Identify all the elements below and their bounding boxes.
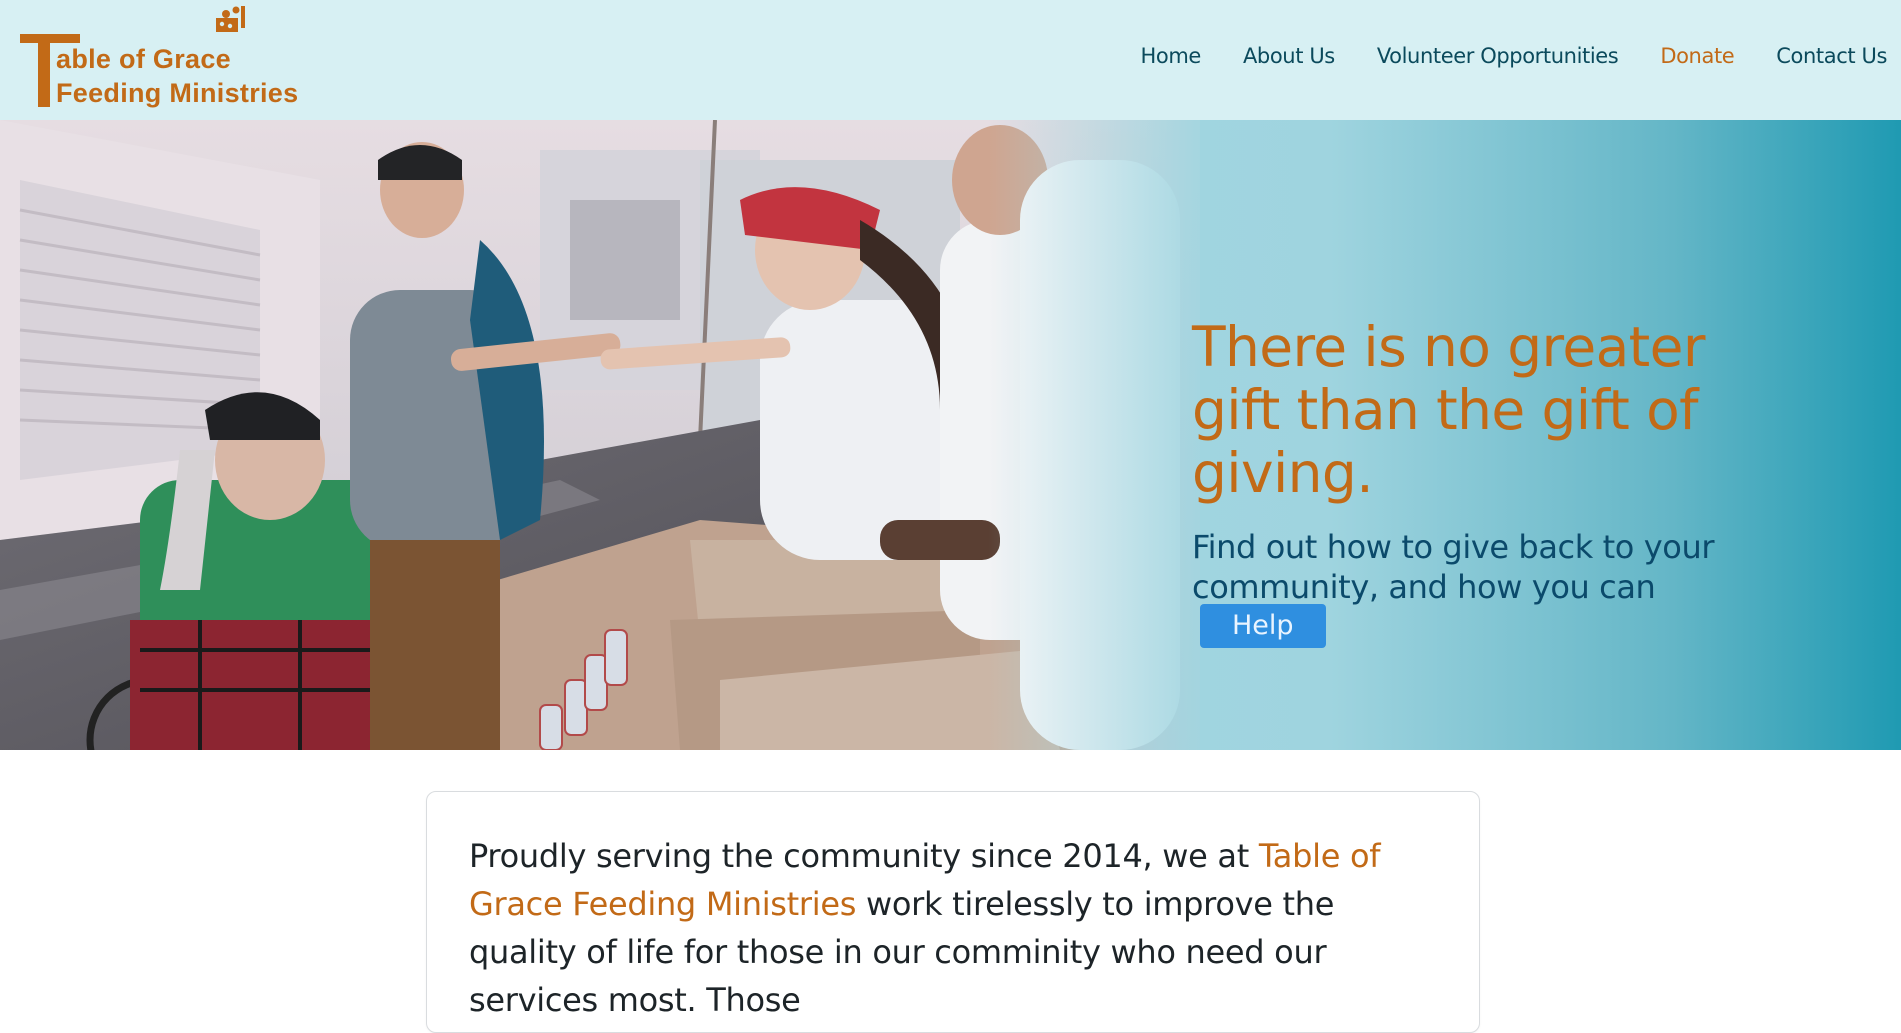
hero-subtitle: Find out how to give back to your commun… xyxy=(1192,528,1715,606)
intro-paragraph: Proudly serving the community since 2014… xyxy=(469,832,1449,1024)
logo-hands-icon xyxy=(216,6,245,32)
hero-subtitle-row: Find out how to give back to your commun… xyxy=(1192,527,1752,648)
nav-contact-us[interactable]: Contact Us xyxy=(1776,44,1887,68)
logo-t-mark xyxy=(20,34,80,43)
nav-about-us[interactable]: About Us xyxy=(1243,44,1335,68)
logo-text-line2: Feeding Ministries xyxy=(56,78,299,108)
help-button[interactable]: Help xyxy=(1200,604,1326,648)
logo-t-stem xyxy=(38,34,50,107)
main-nav: Home About Us Volunteer Opportunities Do… xyxy=(1099,44,1888,68)
hero-title: There is no greater gift than the gift o… xyxy=(1192,315,1706,505)
site-header: able of Grace Feeding Ministries Home Ab… xyxy=(0,0,1901,120)
nav-donate[interactable]: Donate xyxy=(1660,44,1734,68)
intro-card: Proudly serving the community since 2014… xyxy=(426,791,1480,1033)
hero-text-block: There is no greater gift than the gift o… xyxy=(1192,316,1752,648)
nav-volunteer-opportunities[interactable]: Volunteer Opportunities xyxy=(1377,44,1619,68)
hero-banner: There is no greater gift than the gift o… xyxy=(0,120,1901,750)
nav-home[interactable]: Home xyxy=(1141,44,1202,68)
logo-text-line1: able of Grace xyxy=(56,44,231,74)
intro-text-before: Proudly serving the community since 2014… xyxy=(469,837,1259,875)
site-logo[interactable]: able of Grace Feeding Ministries xyxy=(18,4,318,110)
